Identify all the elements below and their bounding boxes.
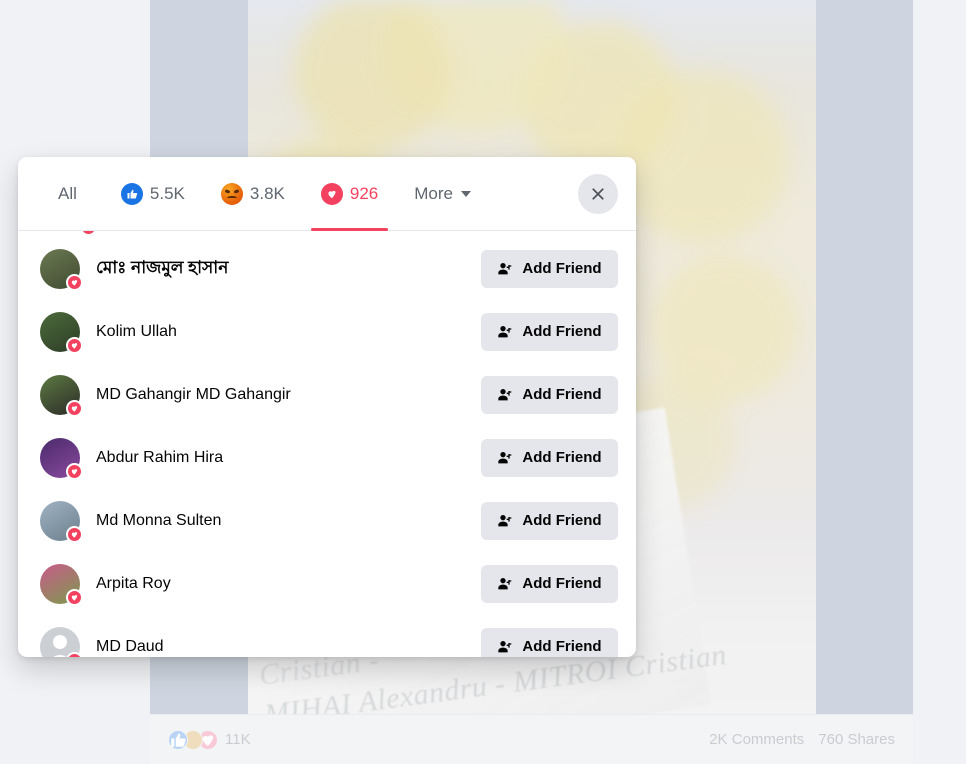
close-button[interactable] [578, 173, 618, 214]
love-icon [66, 525, 83, 543]
avatar[interactable] [40, 311, 83, 354]
love-icon [80, 231, 97, 236]
add-friend-icon [497, 387, 513, 403]
tab-love-count: 926 [349, 183, 379, 203]
like-icon [120, 182, 143, 205]
tab-love[interactable]: 926 [303, 157, 396, 231]
page-root: Catalina - Cristian - MIHAI Alexandru - … [0, 0, 966, 764]
love-icon [66, 399, 83, 417]
add-friend-label: Add Friend [522, 323, 602, 340]
tab-like-count: 5.5K [149, 183, 185, 203]
add-friend-button[interactable]: Add Friend [481, 312, 618, 351]
like-icon [168, 729, 188, 750]
avatar[interactable] [40, 626, 83, 657]
reactions-dialog: All 5.5K 3.8K 926 More মোঃ নাজমুল হাসান … [18, 157, 636, 657]
add-friend-button[interactable]: Add Friend [481, 501, 618, 540]
avatar[interactable] [40, 248, 83, 291]
add-friend-icon [497, 513, 513, 529]
person-row[interactable]: Md Monna Sulten Add Friend [18, 489, 636, 552]
add-friend-button[interactable]: Add Friend [481, 564, 618, 603]
love-icon [66, 273, 83, 291]
person-name: MD Gahangir MD Gahangir [96, 385, 291, 403]
add-friend-icon [497, 576, 513, 592]
add-friend-label: Add Friend [522, 512, 602, 529]
angry-icon [220, 182, 243, 205]
person-name: Kolim Ullah [96, 322, 177, 340]
tab-angry-count: 3.8K [249, 183, 285, 203]
clipped-previous-row [18, 231, 636, 236]
person-name: Md Monna Sulten [96, 511, 222, 529]
avatar[interactable] [40, 500, 83, 543]
love-icon [66, 588, 83, 606]
reaction-tabs: All 5.5K 3.8K 926 More [58, 157, 489, 231]
avatar[interactable] [40, 563, 83, 606]
person-row[interactable]: Arpita Roy Add Friend [18, 552, 636, 615]
reaction-count: 11K [225, 731, 251, 748]
add-friend-icon [497, 324, 513, 340]
add-friend-label: Add Friend [522, 638, 602, 655]
tab-more-label: More [414, 183, 453, 203]
add-friend-label: Add Friend [522, 449, 602, 466]
person-row[interactable]: Kolim Ullah Add Friend [18, 300, 636, 363]
person-name: Abdur Rahim Hira [96, 448, 224, 466]
tab-angry[interactable]: 3.8K [203, 157, 303, 230]
tab-more[interactable]: More [396, 184, 489, 204]
shares-count[interactable]: 760 Shares [818, 731, 895, 748]
post-footer: 11K 2K Comments 760 Shares [150, 714, 913, 764]
add-friend-icon [497, 261, 513, 277]
avatar[interactable] [40, 374, 83, 417]
person-row[interactable]: Abdur Rahim Hira Add Friend [18, 426, 636, 489]
person-row[interactable]: মোঃ নাজমুল হাসান Add Friend [18, 237, 636, 300]
chevron-down-icon [460, 190, 471, 197]
dialog-header: All 5.5K 3.8K 926 More [18, 157, 636, 231]
love-icon [66, 336, 83, 354]
add-friend-button[interactable]: Add Friend [481, 375, 618, 414]
add-friend-button[interactable]: Add Friend [481, 438, 618, 477]
person-name: MD Daud [96, 637, 164, 655]
add-friend-label: Add Friend [522, 260, 602, 277]
tab-all-label: All [58, 183, 77, 203]
person-name: মোঃ নাজমুল হাসান [96, 257, 229, 277]
add-friend-button[interactable]: Add Friend [481, 627, 618, 657]
love-icon [66, 462, 83, 480]
people-list[interactable]: মোঃ নাজমুল হাসান Add Friend Kolim Ullah Add… [18, 231, 636, 657]
add-friend-icon [497, 450, 513, 466]
close-icon [592, 187, 604, 200]
reaction-summary-icons[interactable] [168, 729, 218, 750]
person-name: Arpita Roy [96, 574, 171, 592]
person-row[interactable]: MD Daud Add Friend [18, 615, 636, 657]
person-row[interactable]: MD Gahangir MD Gahangir Add Friend [18, 363, 636, 426]
post-footer-stats: 2K Comments 760 Shares [709, 731, 895, 748]
love-icon [320, 182, 343, 205]
tab-all[interactable]: All [58, 157, 103, 230]
comments-count[interactable]: 2K Comments [709, 731, 804, 748]
add-friend-icon [497, 639, 513, 655]
add-friend-label: Add Friend [522, 575, 602, 592]
add-friend-button[interactable]: Add Friend [481, 249, 618, 288]
add-friend-label: Add Friend [522, 386, 602, 403]
avatar[interactable] [40, 437, 83, 480]
tab-like[interactable]: 5.5K [103, 157, 203, 230]
